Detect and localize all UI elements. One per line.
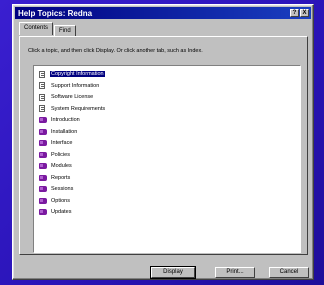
- tab-contents[interactable]: Contents: [19, 22, 54, 35]
- tree-item-label: Software License: [51, 94, 94, 100]
- tree-item-label: System Requirements: [51, 105, 106, 112]
- book-icon: [39, 163, 47, 169]
- tree-item[interactable]: System Requirements: [39, 104, 106, 114]
- title-bar-buttons: ? X: [290, 9, 311, 17]
- title-bar[interactable]: Help Topics: Redna ? X: [15, 7, 311, 19]
- tab-find[interactable]: Find: [54, 25, 76, 36]
- book-icon: [39, 128, 47, 135]
- tree-item-label: Modules: [51, 163, 72, 169]
- tree-item[interactable]: Copyright Information: [39, 69, 105, 79]
- tree-item[interactable]: Interface: [39, 138, 73, 148]
- page-icon: [39, 93, 45, 101]
- topics-tree[interactable]: Copyright Information Support Information…: [33, 65, 301, 253]
- tree-item-label: Installation: [51, 128, 78, 135]
- book-icon: [39, 209, 47, 215]
- close-button[interactable]: X: [300, 9, 309, 17]
- tree-item-label: Support Information: [51, 82, 100, 89]
- tree-item-label: Updates: [51, 209, 72, 215]
- book-icon: [39, 186, 47, 192]
- tree-item[interactable]: Introduction: [39, 115, 81, 125]
- instructions-text: Click a topic, and then click Display. O…: [28, 48, 203, 54]
- page-icon: [39, 70, 45, 78]
- tree-item-label: Copyright Information: [50, 71, 105, 77]
- tree-item[interactable]: Modules: [39, 161, 73, 171]
- tree-item[interactable]: Updates: [39, 207, 73, 217]
- page-icon: [39, 105, 45, 112]
- tree-item-label: Policies: [51, 151, 70, 158]
- print-button[interactable]: Print...: [215, 267, 255, 278]
- help-topics-window: Help Topics: Redna ? X Contents Find Cli…: [12, 4, 314, 280]
- window-title: Help Topics: Redna: [18, 8, 93, 18]
- tab-strip: Contents Find: [19, 22, 77, 36]
- tree-item-label: Interface: [51, 140, 73, 146]
- help-button[interactable]: ?: [290, 9, 299, 17]
- tree-item-label: Sessions: [51, 186, 74, 192]
- tree-item-label: Options: [51, 197, 70, 204]
- cancel-button[interactable]: Cancel: [269, 267, 309, 278]
- tree-item[interactable]: Sessions: [39, 184, 74, 194]
- tree-item[interactable]: Policies: [39, 150, 71, 160]
- tree-item[interactable]: Support Information: [39, 81, 100, 91]
- book-icon: [39, 197, 47, 204]
- tree-item[interactable]: Installation: [39, 127, 78, 137]
- tree-item[interactable]: Options: [39, 196, 71, 206]
- tree-item-label: Introduction: [51, 117, 80, 123]
- book-icon: [39, 174, 47, 181]
- tree-item-label: Reports: [51, 174, 71, 181]
- page-icon: [39, 82, 45, 89]
- book-icon: [39, 151, 47, 158]
- tree-item[interactable]: Software License: [39, 92, 94, 102]
- display-button[interactable]: Display: [150, 266, 196, 279]
- tree-item[interactable]: Reports: [39, 173, 71, 183]
- book-icon: [39, 117, 47, 123]
- book-icon: [39, 140, 47, 146]
